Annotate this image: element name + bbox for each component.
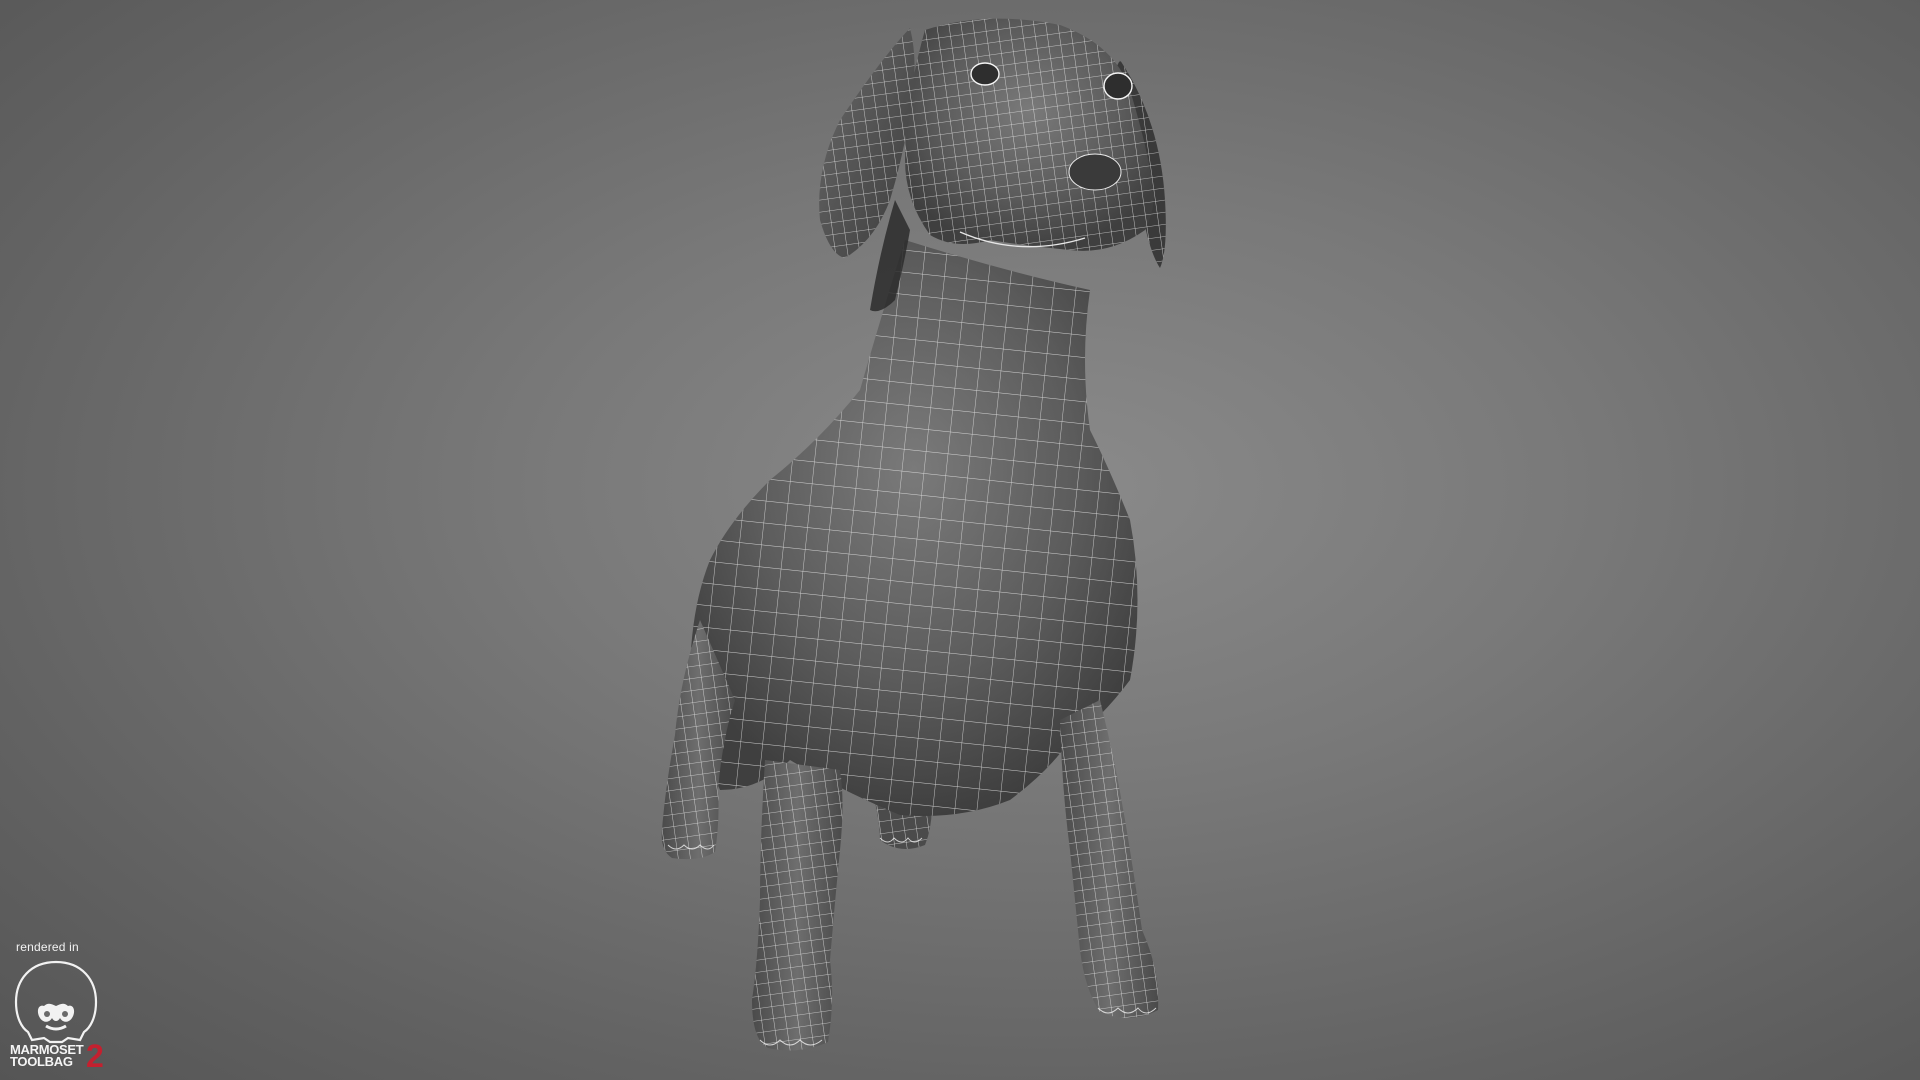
marmoset-toolbag-badge: rendered in MARMOSET TOOLBAG 2 — [8, 940, 108, 1076]
front-leg-center — [752, 760, 843, 1051]
monkey-skull-icon — [14, 960, 98, 1044]
brand-line-2: TOOLBAG — [10, 1054, 73, 1069]
front-leg-right — [1060, 700, 1159, 1019]
left-ear — [819, 28, 915, 312]
brand-version: 2 — [86, 1038, 104, 1074]
rendered-in-caption: rendered in — [16, 940, 79, 954]
dog-head — [905, 18, 1154, 251]
brand-wordmark: MARMOSET TOOLBAG — [10, 1043, 84, 1069]
render-viewport — [0, 0, 1920, 1080]
dog-3d-model — [661, 18, 1166, 1051]
